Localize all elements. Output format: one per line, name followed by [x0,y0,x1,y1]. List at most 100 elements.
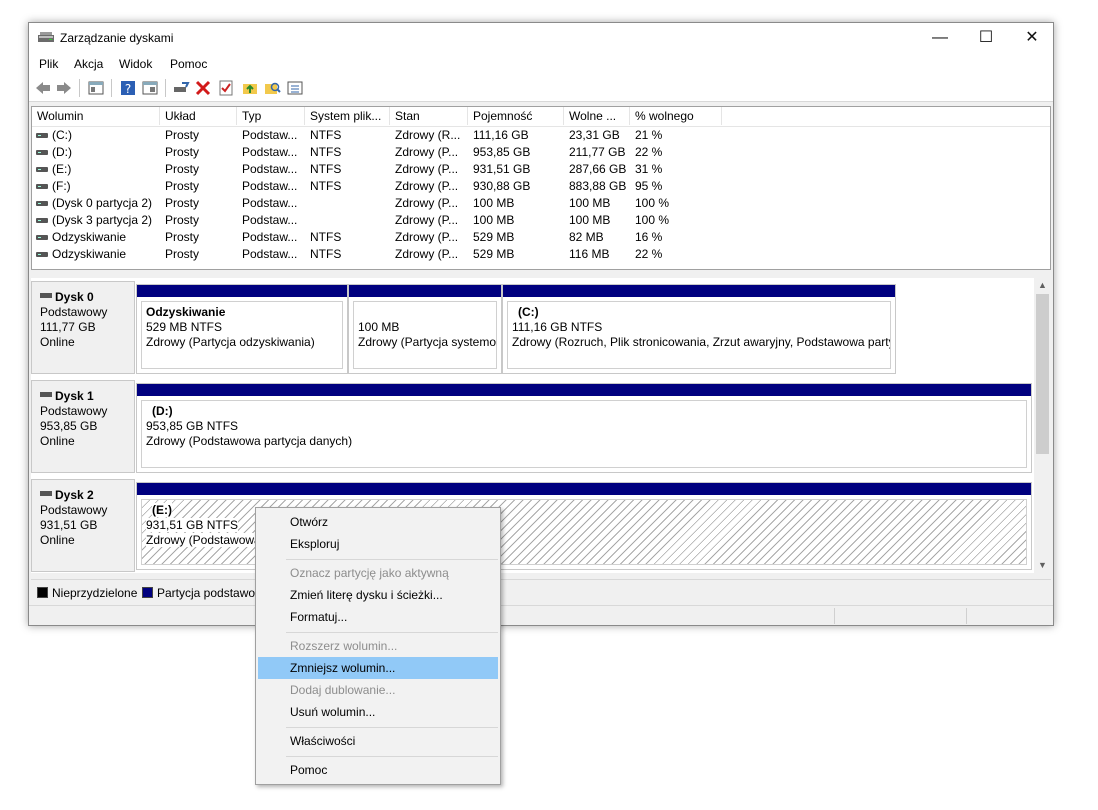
check-properties-icon[interactable] [217,79,235,97]
delete-icon[interactable] [194,79,212,97]
table-cell: Prosty [165,128,200,142]
title-bar[interactable]: Zarządzanie dyskami — ☐ ✕ [29,23,1053,53]
table-cell: Zdrowy (P... [395,179,459,193]
volume-icon [36,167,48,172]
col-percent-free[interactable]: % wolnego [630,107,722,125]
menu-help[interactable]: Pomoc [170,57,207,71]
disk-graphical-view: Dysk 0 Podstawowy 111,77 GB Online Odzys… [31,278,1051,573]
table-row[interactable]: Odzyskiwanie Prosty Podstaw... NTFS Zdrowy (… [32,246,1050,263]
table-cell: 529 MB [473,230,515,244]
table-row[interactable]: (C:) Prosty Podstaw... NTFS Zdrowy (R... 111,… [32,127,1050,144]
col-volume[interactable]: Wolumin [32,107,160,125]
table-cell: 23,31 GB [569,128,620,142]
volume-icon [36,133,48,138]
context-menu: Otwórz Eksploruj Oznacz partycję jako ak… [255,507,501,785]
table-cell: Prosty [165,179,200,193]
legend: Nieprzydzielone Partycja podstawo [31,579,1051,604]
col-filesystem[interactable]: System plik... [305,107,390,125]
table-cell: Podstaw... [242,230,298,244]
table-row[interactable]: (Dysk 3 partycja 2) Prosty Podstaw... Zdrow… [32,212,1050,229]
partition-system[interactable]: 100 MB Zdrowy (Partycja systemowa [348,284,502,374]
menu-add-mirror[interactable]: Dodaj dublowanie... [258,679,498,701]
disk-icon [40,293,52,299]
scroll-down-icon[interactable]: ▼ [1034,558,1051,573]
menu-help-item[interactable]: Pomoc [258,759,498,781]
volume-icon [36,218,48,223]
forward-arrow-icon[interactable] [55,79,73,97]
menu-shrink-volume[interactable]: Zmniejsz wolumin... [258,657,498,679]
table-cell: NTFS [310,145,342,159]
table-cell: Zdrowy (P... [395,196,459,210]
menu-file[interactable]: Plik [39,57,58,71]
properties-view-icon[interactable] [141,79,159,97]
col-free[interactable]: Wolne ... [564,107,630,125]
table-cell: 100 MB [473,196,515,210]
table-cell: 287,66 GB [569,162,627,176]
table-cell: 100 % [635,213,670,227]
menu-open[interactable]: Otwórz [258,511,498,533]
table-cell: Zdrowy (P... [395,230,459,244]
table-cell: 21 % [635,128,663,142]
menu-action[interactable]: Akcja [74,57,103,71]
table-cell: Podstaw... [242,247,298,261]
legend-primary-swatch [142,587,153,598]
table-row[interactable]: (E:) Prosty Podstaw... NTFS Zdrowy (P... 931,… [32,161,1050,178]
minimize-button[interactable]: — [917,23,963,53]
table-cell: Zdrowy (R... [395,128,461,142]
disk-pane-scrollbar[interactable]: ▲ ▼ [1034,278,1051,573]
volume-list[interactable]: Wolumin Układ Typ System plik... Stan Po… [31,106,1051,270]
partition-recovery[interactable]: Odzyskiwanie 529 MB NTFS Zdrowy (Partycj… [136,284,348,374]
scroll-up-icon[interactable]: ▲ [1034,278,1051,293]
menu-view[interactable]: Widok [119,57,152,71]
menu-delete-volume[interactable]: Usuń wolumin... [258,701,498,723]
table-cell: 95 % [635,179,663,193]
help-icon[interactable]: ? [119,79,137,97]
table-cell: (D:) [52,145,72,159]
menu-extend-volume[interactable]: Rozszerz wolumin... [258,635,498,657]
connect-drive-icon[interactable] [172,79,190,97]
search-folder-icon[interactable] [263,79,281,97]
menu-format[interactable]: Formatuj... [258,606,498,628]
disk-icon [40,491,52,497]
disk-0-label[interactable]: Dysk 0 Podstawowy 111,77 GB Online [31,281,135,374]
import-folder-icon[interactable] [241,79,259,97]
back-arrow-icon[interactable] [34,79,52,97]
volume-icon [36,235,48,240]
table-cell: Zdrowy (P... [395,213,459,227]
col-status[interactable]: Stan [390,107,468,125]
table-cell: 931,51 GB [473,162,531,176]
table-cell: Podstaw... [242,162,298,176]
table-cell: 22 % [635,247,663,261]
console-tree-icon[interactable] [87,79,105,97]
table-cell: NTFS [310,247,342,261]
disk-2-label[interactable]: Dysk 2 Podstawowy 931,51 GB Online [31,479,135,572]
table-cell: Podstaw... [242,179,298,193]
maximize-button[interactable]: ☐ [963,23,1009,53]
table-row[interactable]: (F:) Prosty Podstaw... NTFS Zdrowy (P... 930,… [32,178,1050,195]
volume-icon [36,252,48,257]
table-cell: Prosty [165,196,200,210]
disk-1-label[interactable]: Dysk 1 Podstawowy 953,85 GB Online [31,380,135,473]
table-row[interactable]: (D:) Prosty Podstaw... NTFS Zdrowy (P... 953,… [32,144,1050,161]
scroll-thumb[interactable] [1036,294,1049,454]
close-window-button[interactable]: ✕ [1009,23,1053,53]
col-type[interactable]: Typ [237,107,305,125]
col-layout[interactable]: Układ [160,107,237,125]
list-view-icon[interactable] [286,79,304,97]
menu-properties[interactable]: Właściwości [258,730,498,752]
table-cell: 111,16 GB [473,128,529,142]
col-capacity[interactable]: Pojemność [468,107,564,125]
table-cell: Prosty [165,230,200,244]
table-row[interactable]: Odzyskiwanie Prosty Podstaw... NTFS Zdrowy (… [32,229,1050,246]
table-cell: Zdrowy (P... [395,145,459,159]
table-cell: 100 MB [569,213,611,227]
window-title: Zarządzanie dyskami [60,31,174,45]
legend-primary-label: Partycja podstawo [157,586,256,600]
partition-c[interactable]: (C:) 111,16 GB NTFS Zdrowy (Rozruch, Pli… [502,284,896,374]
menu-explore[interactable]: Eksploruj [258,533,498,555]
menu-change-letter[interactable]: Zmień literę dysku i ścieżki... [258,584,498,606]
table-cell: 22 % [635,145,663,159]
menu-mark-active[interactable]: Oznacz partycję jako aktywną [258,562,498,584]
table-row[interactable]: (Dysk 0 partycja 2) Prosty Podstaw... Zdrow… [32,195,1050,212]
partition-d[interactable]: (D:) 953,85 GB NTFS Zdrowy (Podstawowa p… [136,383,1032,473]
